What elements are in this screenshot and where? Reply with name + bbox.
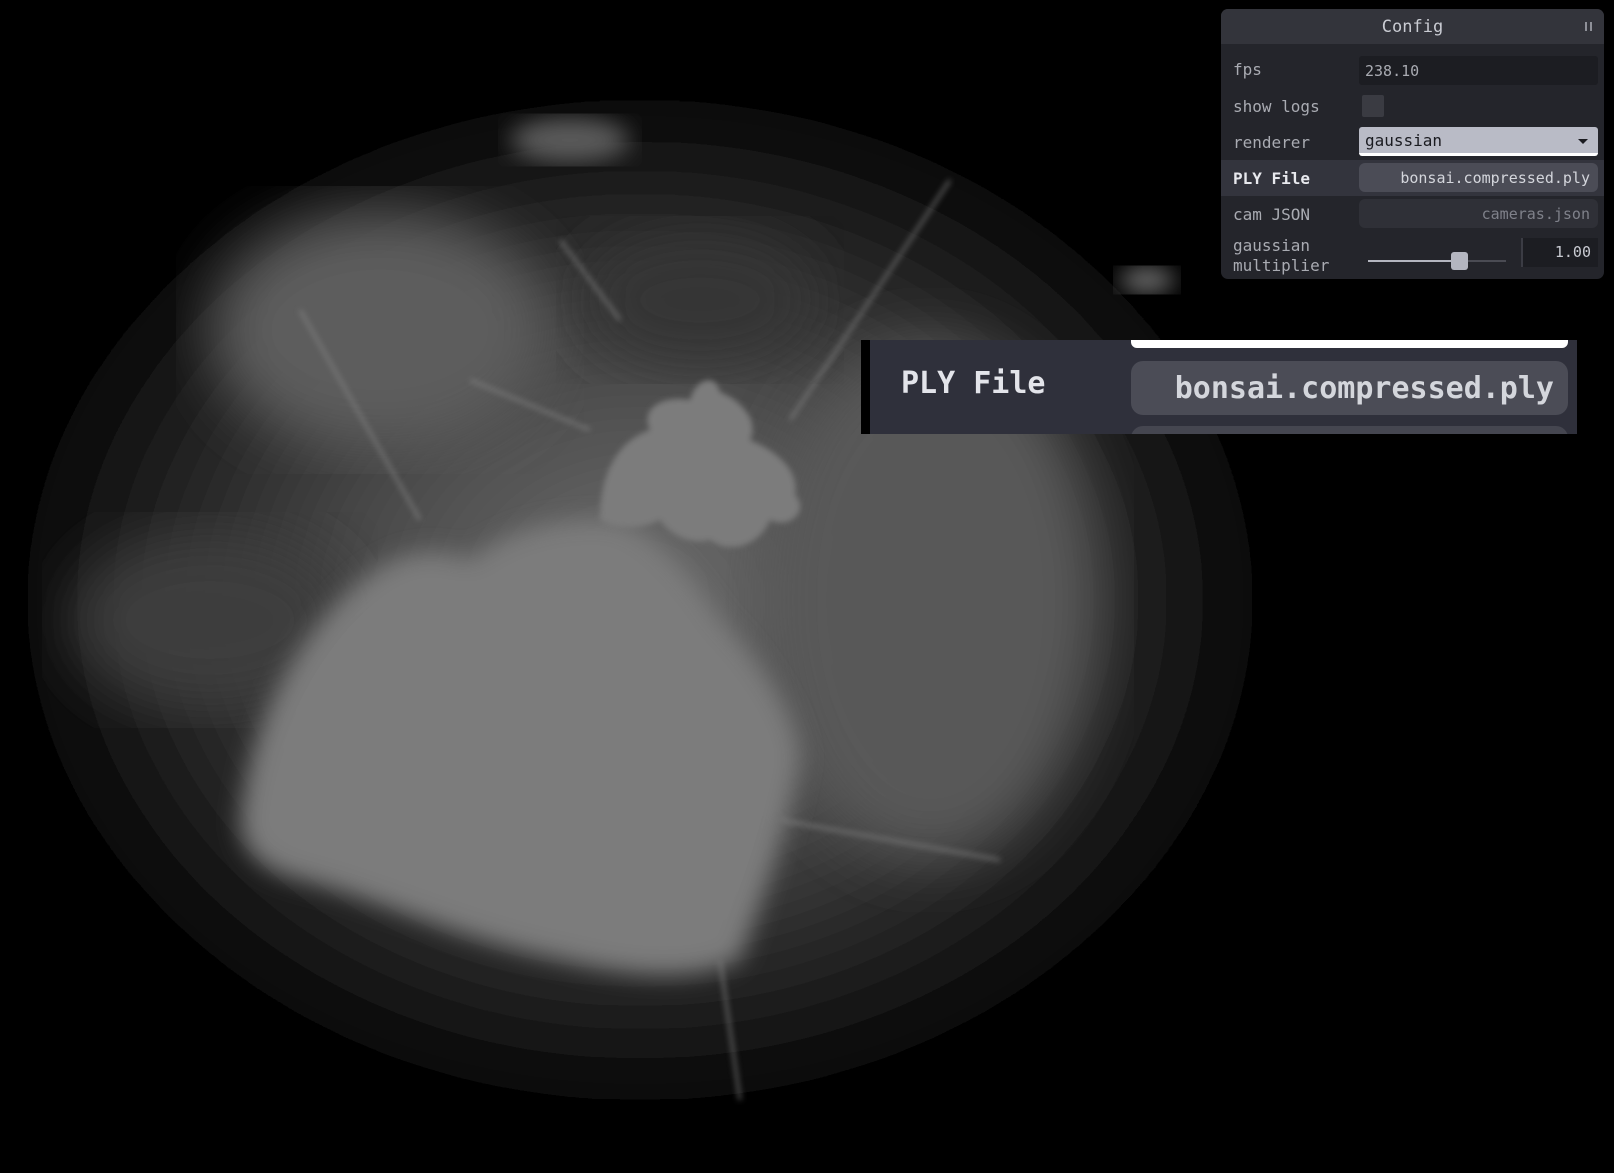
- fps-label: fps: [1233, 60, 1262, 79]
- renderer-select[interactable]: gaussian: [1359, 127, 1598, 156]
- show-logs-row: show logs: [1221, 88, 1604, 124]
- ply-file-label: PLY File: [1233, 168, 1311, 188]
- zoom-ply-file-label: PLY File: [901, 366, 1046, 401]
- gaussian-multiplier-label-line2: multiplier: [1233, 256, 1330, 275]
- gaussian-multiplier-label-line1: gaussian: [1233, 236, 1311, 255]
- config-panel: Config fps 238.10 show logs renderer gau…: [1221, 9, 1604, 279]
- gaussian-multiplier-value[interactable]: 1.00: [1521, 238, 1598, 267]
- renderer-label: renderer: [1233, 132, 1311, 152]
- ply-file-button[interactable]: bonsai.compressed.ply: [1359, 163, 1598, 192]
- zoom-select-edge: [1131, 340, 1568, 348]
- panel-title-bar[interactable]: Config: [1221, 9, 1604, 44]
- renderer-selected-value: gaussian: [1365, 131, 1443, 150]
- cam-json-button[interactable]: cameras.json: [1359, 199, 1598, 228]
- zoom-next-button-edge: [1131, 426, 1568, 434]
- slider-fill: [1368, 260, 1459, 262]
- zoom-ply-file-button[interactable]: bonsai.compressed.ply: [1131, 361, 1568, 415]
- show-logs-label: show logs: [1233, 96, 1320, 116]
- ply-file-row: PLY File bonsai.compressed.ply: [1221, 160, 1604, 196]
- renderer-row: renderer gaussian: [1221, 124, 1604, 160]
- ply-file-zoom-callout: PLY File bonsai.compressed.ply: [861, 340, 1577, 434]
- chevron-down-icon: [1578, 139, 1588, 144]
- fps-value: 238.10: [1359, 56, 1598, 85]
- show-logs-checkbox[interactable]: [1362, 95, 1384, 117]
- render-viewport[interactable]: Config fps 238.10 show logs renderer gau…: [0, 0, 1614, 1173]
- cam-json-label: cam JSON: [1233, 204, 1311, 224]
- slider-thumb[interactable]: [1451, 252, 1468, 270]
- pause-icon[interactable]: [1582, 20, 1594, 32]
- gaussian-multiplier-slider[interactable]: [1368, 252, 1506, 270]
- cam-json-row: cam JSON cameras.json: [1221, 196, 1604, 232]
- panel-title: Config: [1381, 16, 1444, 37]
- gaussian-multiplier-label: gaussian multiplier: [1233, 236, 1329, 276]
- gaussian-multiplier-row: gaussian multiplier 1.00: [1221, 232, 1604, 276]
- fps-row: fps 238.10: [1221, 51, 1604, 88]
